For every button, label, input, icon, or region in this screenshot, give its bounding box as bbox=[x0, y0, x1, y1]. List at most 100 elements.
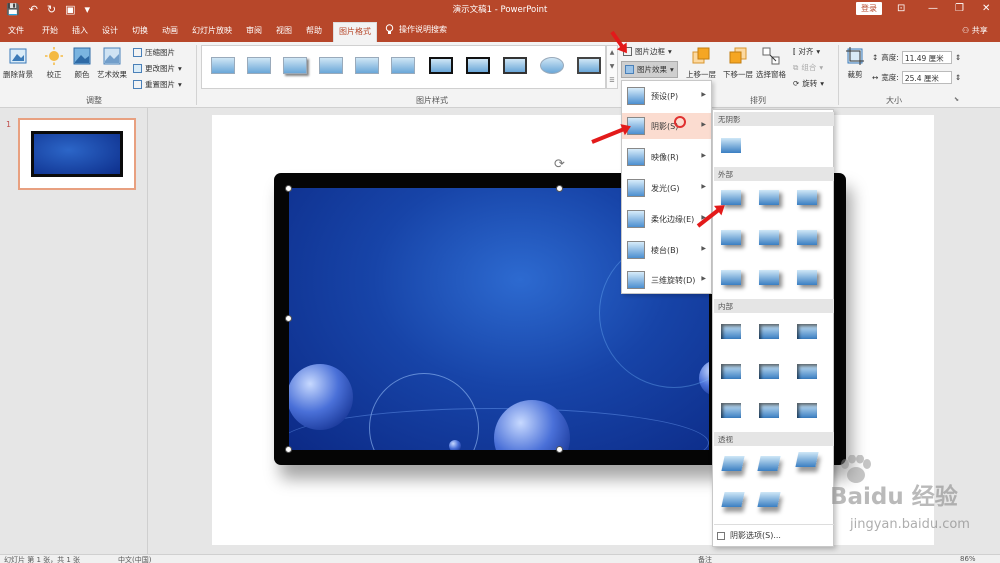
picture-style-thumbnail[interactable] bbox=[247, 57, 271, 74]
resize-handle[interactable] bbox=[285, 315, 292, 322]
shadow-option-inner[interactable] bbox=[759, 364, 779, 379]
tab-design[interactable]: 设计 bbox=[102, 25, 118, 36]
picture-style-thumbnail[interactable] bbox=[577, 57, 601, 74]
shadow-option-inner[interactable] bbox=[759, 324, 779, 339]
language-indicator[interactable]: 中文(中国) bbox=[118, 555, 151, 563]
shadow-option-outer[interactable] bbox=[721, 230, 741, 245]
shadow-option-perspective[interactable] bbox=[757, 492, 781, 507]
menu-item-reflection[interactable]: 映像(R) ▶ bbox=[622, 144, 711, 170]
submenu-arrow-icon: ▶ bbox=[701, 245, 706, 252]
zoom-level[interactable]: 86% bbox=[960, 555, 976, 563]
resize-handle[interactable] bbox=[556, 446, 563, 453]
picture-style-thumbnail[interactable] bbox=[540, 57, 564, 74]
tab-view[interactable]: 视图 bbox=[276, 25, 292, 36]
picture-style-thumbnail[interactable] bbox=[429, 57, 453, 74]
minimize-button[interactable]: — bbox=[928, 2, 938, 16]
picture-style-thumbnail[interactable] bbox=[391, 57, 415, 74]
bevel-icon bbox=[627, 241, 645, 259]
shadow-option-outer[interactable] bbox=[797, 270, 817, 285]
resize-handle[interactable] bbox=[556, 185, 563, 192]
tab-animations[interactable]: 动画 bbox=[162, 25, 178, 36]
shadow-option-outer[interactable] bbox=[759, 230, 779, 245]
send-backward-button[interactable]: 下移一层 bbox=[723, 46, 753, 80]
tab-review[interactable]: 审阅 bbox=[246, 25, 262, 36]
height-input[interactable]: 11.49 厘米 bbox=[901, 51, 952, 64]
picture-style-thumbnail[interactable] bbox=[503, 57, 527, 74]
window-title: 演示文稿1 - PowerPoint bbox=[452, 5, 548, 15]
shadow-option-inner[interactable] bbox=[721, 324, 741, 339]
shadow-option-inner[interactable] bbox=[721, 364, 741, 379]
compress-pictures-button[interactable]: 压缩图片 bbox=[133, 47, 175, 58]
color-button[interactable]: 颜色 bbox=[72, 46, 92, 80]
shadow-options-link[interactable]: 阴影选项(S)... bbox=[714, 524, 834, 546]
shadow-option-outer[interactable] bbox=[797, 190, 817, 205]
rotate-handle-icon[interactable]: ⟳ bbox=[554, 157, 565, 172]
menu-item-3d-rotation[interactable]: 三维旋转(D) ▶ bbox=[622, 267, 711, 293]
crop-button[interactable]: 裁剪 bbox=[845, 46, 865, 80]
picture-style-thumbnail[interactable] bbox=[283, 57, 307, 74]
restore-button[interactable]: ❐ bbox=[955, 2, 964, 16]
height-spinner-icon[interactable]: ⇕ bbox=[955, 53, 961, 62]
login-button[interactable]: 登录 bbox=[856, 2, 882, 15]
tab-help[interactable]: 帮助 bbox=[306, 25, 322, 36]
tab-file[interactable]: 文件 bbox=[8, 25, 24, 36]
notes-button[interactable]: 备注 bbox=[698, 555, 712, 563]
picture-style-thumbnail[interactable] bbox=[211, 57, 235, 74]
tab-insert[interactable]: 插入 bbox=[72, 25, 88, 36]
change-picture-button[interactable]: 更改图片 ▾ bbox=[133, 63, 182, 74]
resize-handle[interactable] bbox=[285, 446, 292, 453]
reset-picture-button[interactable]: 重置图片 ▾ bbox=[133, 79, 182, 90]
menu-item-shadow[interactable]: 阴影(S) ▶ bbox=[622, 113, 711, 139]
width-input[interactable]: 25.4 厘米 bbox=[901, 71, 952, 84]
tab-home[interactable]: 开始 bbox=[42, 25, 58, 36]
picture-style-thumbnail[interactable] bbox=[319, 57, 343, 74]
artistic-effects-button[interactable]: 艺术效果 bbox=[97, 46, 127, 80]
shadow-option-outer[interactable] bbox=[721, 190, 741, 205]
menu-item-soft-edges[interactable]: 柔化边缘(E)▶ bbox=[622, 206, 711, 232]
align-button[interactable]: ⫿ 对齐 ▾ bbox=[793, 46, 820, 57]
shadow-option-outer[interactable] bbox=[759, 270, 779, 285]
gallery-down-icon[interactable]: ▼ bbox=[607, 60, 617, 74]
selection-pane-button[interactable]: 选择窗格 bbox=[756, 46, 786, 80]
tab-picture-format[interactable]: 图片格式 bbox=[333, 22, 377, 42]
shadow-option-inner[interactable] bbox=[797, 324, 817, 339]
shadow-option-perspective[interactable] bbox=[757, 456, 781, 471]
shadow-option-outer[interactable] bbox=[759, 190, 779, 205]
ribbon-display-options-icon[interactable]: ⊡ bbox=[897, 2, 905, 16]
rotate-button[interactable]: ⟳ 旋转 ▾ bbox=[793, 78, 824, 89]
tab-slideshow[interactable]: 幻灯片放映 bbox=[192, 25, 232, 36]
resize-handle[interactable] bbox=[285, 185, 292, 192]
shadow-option-perspective[interactable] bbox=[795, 452, 819, 467]
gallery-more-icon[interactable]: ☰ bbox=[607, 74, 617, 88]
picture-style-thumbnail[interactable] bbox=[466, 57, 490, 74]
bring-forward-button[interactable]: 上移一层 bbox=[686, 46, 716, 80]
dialog-launcher-icon[interactable]: ⬊ bbox=[954, 96, 959, 103]
menu-item-glow[interactable]: 发光(G) ▶ bbox=[622, 175, 711, 201]
picture-styles-gallery[interactable] bbox=[201, 45, 606, 89]
picture-style-thumbnail[interactable] bbox=[355, 57, 379, 74]
shadow-option-outer[interactable] bbox=[721, 270, 741, 285]
slide-thumbnail[interactable] bbox=[18, 118, 136, 190]
shadow-option-none[interactable] bbox=[721, 138, 741, 153]
menu-item-bevel[interactable]: 棱台(B) ▶ bbox=[622, 237, 711, 263]
shadow-option-inner[interactable] bbox=[797, 403, 817, 418]
tell-me-search[interactable]: 操作说明搜索 bbox=[385, 24, 447, 35]
menu-item-preset[interactable]: 预设(P) ▶ bbox=[622, 83, 711, 109]
remove-background-button[interactable]: 删除背景 bbox=[3, 46, 33, 80]
gallery-up-icon[interactable]: ▲ bbox=[607, 46, 617, 60]
shadow-option-inner[interactable] bbox=[721, 403, 741, 418]
shadow-option-perspective[interactable] bbox=[721, 492, 745, 507]
shadow-option-inner[interactable] bbox=[759, 403, 779, 418]
group-objects-button[interactable]: ⧉ 组合 ▾ bbox=[793, 62, 823, 73]
gallery-scroll[interactable]: ▲ ▼ ☰ bbox=[606, 45, 618, 89]
shadow-option-inner[interactable] bbox=[797, 364, 817, 379]
shadow-option-perspective[interactable] bbox=[721, 456, 745, 471]
share-button[interactable]: ⚇ 共享 bbox=[962, 25, 988, 36]
close-button[interactable]: ✕ bbox=[982, 2, 990, 16]
shadow-option-outer[interactable] bbox=[797, 230, 817, 245]
tab-transitions[interactable]: 切换 bbox=[132, 25, 148, 36]
width-spinner-icon[interactable]: ⇕ bbox=[955, 73, 961, 82]
corrections-button[interactable]: 校正 bbox=[44, 46, 64, 80]
color-label: 颜色 bbox=[74, 70, 90, 79]
picture-effects-button[interactable]: 图片效果 ▾ bbox=[621, 61, 678, 78]
